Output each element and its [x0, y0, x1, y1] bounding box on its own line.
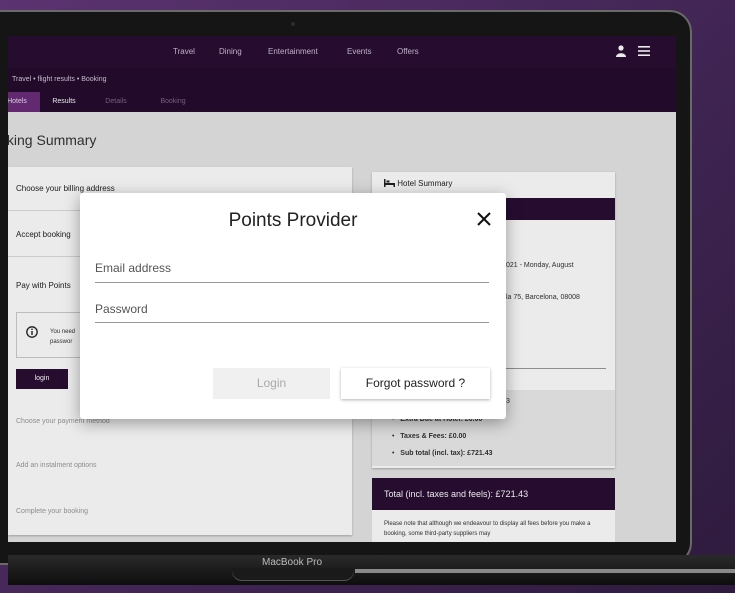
modal-title: Points Provider [228, 210, 358, 231]
email-field[interactable]: Email address [95, 261, 171, 275]
laptop-notch [232, 568, 354, 580]
laptop-screen: Travel Dining Entertainment Events Offer… [8, 36, 676, 542]
device-label: MacBook Pro [262, 557, 323, 568]
password-field[interactable]: Password [95, 302, 148, 316]
email-underline [95, 282, 489, 283]
login-button[interactable]: Login [213, 368, 330, 399]
password-underline [95, 322, 489, 323]
points-provider-modal: Points Provider Email address Password L… [80, 193, 506, 419]
forgot-password-button[interactable]: Forgot password ? [341, 368, 490, 399]
close-icon[interactable] [477, 212, 491, 226]
laptop-base-edge [355, 569, 735, 573]
camera-icon [291, 22, 295, 26]
